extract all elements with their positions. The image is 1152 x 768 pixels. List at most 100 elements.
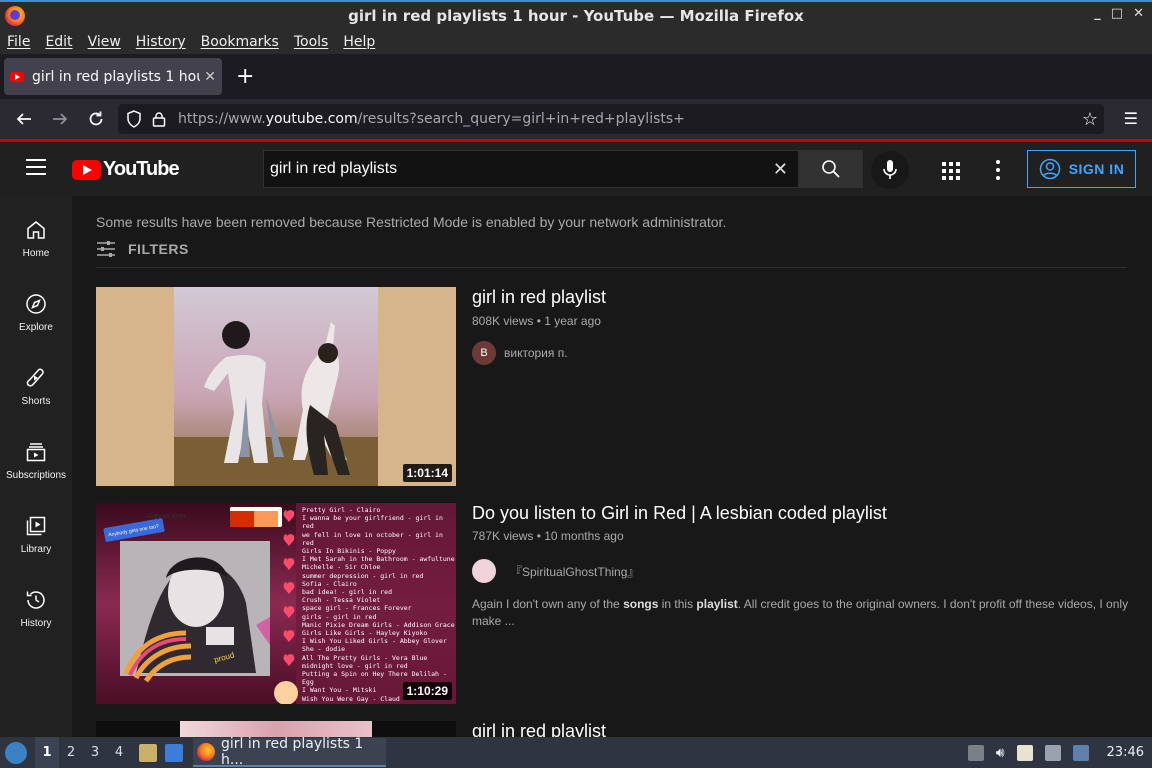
firefox-logo-icon <box>5 6 25 26</box>
video-title[interactable]: girl in red playlist <box>472 721 606 737</box>
start-menu-icon[interactable] <box>5 741 27 764</box>
sidebar-item-label: Subscriptions <box>5 470 67 481</box>
search-input[interactable]: girl in red playlists ✕ <box>263 150 799 188</box>
track-line: Sofia - Clairo <box>302 579 357 588</box>
workspace-2[interactable]: 2 <box>59 745 83 760</box>
workspace-3[interactable]: 3 <box>83 745 107 760</box>
subscriptions-icon <box>26 443 46 462</box>
menu-bookmarks[interactable]: Bookmarks <box>201 34 279 50</box>
video-result[interactable]: Pretty Girl - Clairo I wanna be your gir… <box>96 503 1136 705</box>
track-line: Crush - Tessa Violet <box>302 596 381 605</box>
sidebar-item-home[interactable]: Home <box>0 202 72 276</box>
youtube-wordmark: YouTube <box>103 158 180 180</box>
close-window-button[interactable]: ✕ <box>1133 6 1144 21</box>
taskbar-firefox-task[interactable]: girl in red playlists 1 h... <box>193 736 386 768</box>
update-notifier-icon[interactable] <box>1072 744 1089 761</box>
url-prefix: https://www. <box>178 111 266 127</box>
description-text: in this <box>658 597 697 611</box>
microphone-icon <box>883 160 897 179</box>
channel-name[interactable]: виктория п. <box>504 346 568 360</box>
channel-avatar[interactable]: В <box>472 341 496 365</box>
volume-icon[interactable]: 🔊︎ <box>996 745 1005 761</box>
filters-button[interactable]: FILTERS <box>96 240 189 258</box>
youtube-page: YouTube girl in red playlists ✕ SIGN IN … <box>0 139 1152 737</box>
url-bar[interactable]: https://www.youtube.com/results?search_q… <box>118 104 1104 134</box>
clear-search-icon[interactable]: ✕ <box>773 159 788 180</box>
mini-guide-sidebar: Home Explore Shorts Subscriptions Librar… <box>0 196 72 737</box>
menu-file[interactable]: File <box>7 34 30 50</box>
tab-bar: girl in red playlists 1 hour ✕ + <box>0 54 1152 99</box>
view-count: 808K views <box>472 314 534 328</box>
reload-button[interactable] <box>78 101 114 137</box>
browser-tab[interactable]: girl in red playlists 1 hour ✕ <box>4 58 222 95</box>
url-domain: youtube.com <box>265 111 358 127</box>
voice-search-button[interactable] <box>871 151 909 189</box>
sidebar-item-explore[interactable]: Explore <box>0 276 72 350</box>
sidebar-item-shorts[interactable]: Shorts <box>0 350 72 424</box>
sidebar-item-label: Shorts <box>21 396 51 407</box>
back-button[interactable] <box>6 101 42 137</box>
apps-grid-icon[interactable] <box>942 162 960 180</box>
search-query: girl in red playlists <box>270 160 398 177</box>
description-text: Again I don't own any of the <box>472 597 624 611</box>
tracking-shield-icon[interactable] <box>126 110 142 128</box>
compass-icon <box>26 294 46 314</box>
workspace-4[interactable]: 4 <box>107 745 131 760</box>
lock-icon[interactable] <box>152 111 166 127</box>
track-line: bad idea! - girl in red <box>302 588 393 597</box>
track-line: Girls Like Girls - Hayley Kiyoko <box>302 629 428 638</box>
back-arrow-icon <box>16 113 31 125</box>
channel-info[interactable]: В виктория п. <box>472 341 568 365</box>
track-line: Girls In Bikinis - Poppy <box>302 547 396 556</box>
track-line: I Met Sarah in the Bathroom - awfultune <box>302 555 455 564</box>
video-title[interactable]: Do you listen to Girl in Red | A lesbian… <box>472 503 887 524</box>
track-line: I Wish You Liked Girls - Abbey Glover <box>302 637 447 646</box>
video-thumbnail[interactable]: Pretty Girl - Clairo I wanna be your gir… <box>96 503 456 704</box>
minimize-button[interactable]: _ <box>1094 6 1101 21</box>
track-line: midnight love - girl in red <box>302 661 408 670</box>
forward-button[interactable] <box>42 101 78 137</box>
menu-tools[interactable]: Tools <box>294 34 329 50</box>
video-title[interactable]: girl in red playlist <box>472 287 606 308</box>
channel-avatar[interactable] <box>472 559 496 583</box>
sidebar-item-library[interactable]: Library <box>0 498 72 572</box>
clipboard-icon[interactable] <box>1016 744 1033 761</box>
upload-age: 1 year ago <box>544 314 601 328</box>
sidebar-item-subscriptions[interactable]: Subscriptions <box>0 424 72 498</box>
file-manager-icon[interactable] <box>139 743 157 762</box>
menu-edit[interactable]: Edit <box>45 34 72 50</box>
workspace-1[interactable]: 1 <box>35 737 59 768</box>
library-icon <box>26 516 46 536</box>
channel-name[interactable]: 『SpiritualGhostThing』 <box>510 563 639 580</box>
tray-up-arrow-icon[interactable] <box>967 744 984 761</box>
sidebar-item-history[interactable]: History <box>0 572 72 646</box>
menu-help[interactable]: Help <box>343 34 375 50</box>
maximize-button[interactable]: □ <box>1111 6 1123 21</box>
tab-close-button[interactable]: ✕ <box>204 69 216 85</box>
video-description: Again I don't own any of the songs in th… <box>472 596 1132 630</box>
search-button[interactable] <box>799 150 863 188</box>
shorts-icon <box>26 368 44 387</box>
restricted-mode-notice: Some results have been removed because R… <box>96 214 727 230</box>
track-line: She - dodie <box>302 645 346 654</box>
settings-more-icon[interactable] <box>996 160 1000 180</box>
menu-view[interactable]: View <box>88 34 121 50</box>
video-thumbnail[interactable]: 1:01:14 <box>96 287 456 486</box>
video-duration: 1:10:29 <box>402 682 452 700</box>
firefox-menu-icon[interactable]: ☰ <box>1124 109 1138 128</box>
url-text: https://www.youtube.com/results?search_q… <box>178 111 685 127</box>
sidebar-item-label: History <box>20 618 52 629</box>
thumbnail-image <box>96 287 456 486</box>
bookmark-star-icon[interactable]: ☆ <box>1082 109 1098 130</box>
video-result[interactable]: 1:01:14 girl in red playlist 808K views … <box>96 287 1136 487</box>
channel-info[interactable]: 『SpiritualGhostThing』 <box>472 559 639 583</box>
youtube-logo[interactable]: YouTube <box>72 158 180 181</box>
video-duration: 1:01:14 <box>402 464 452 482</box>
track-line: All The Pretty Girls - Vera Blue <box>302 653 428 662</box>
network-icon[interactable] <box>1044 744 1061 761</box>
sign-in-button[interactable]: SIGN IN <box>1027 150 1136 188</box>
menu-history[interactable]: History <box>136 34 186 50</box>
desktop-icon[interactable] <box>165 743 183 762</box>
guide-menu-icon[interactable] <box>26 159 46 175</box>
new-tab-button[interactable]: + <box>236 64 254 89</box>
